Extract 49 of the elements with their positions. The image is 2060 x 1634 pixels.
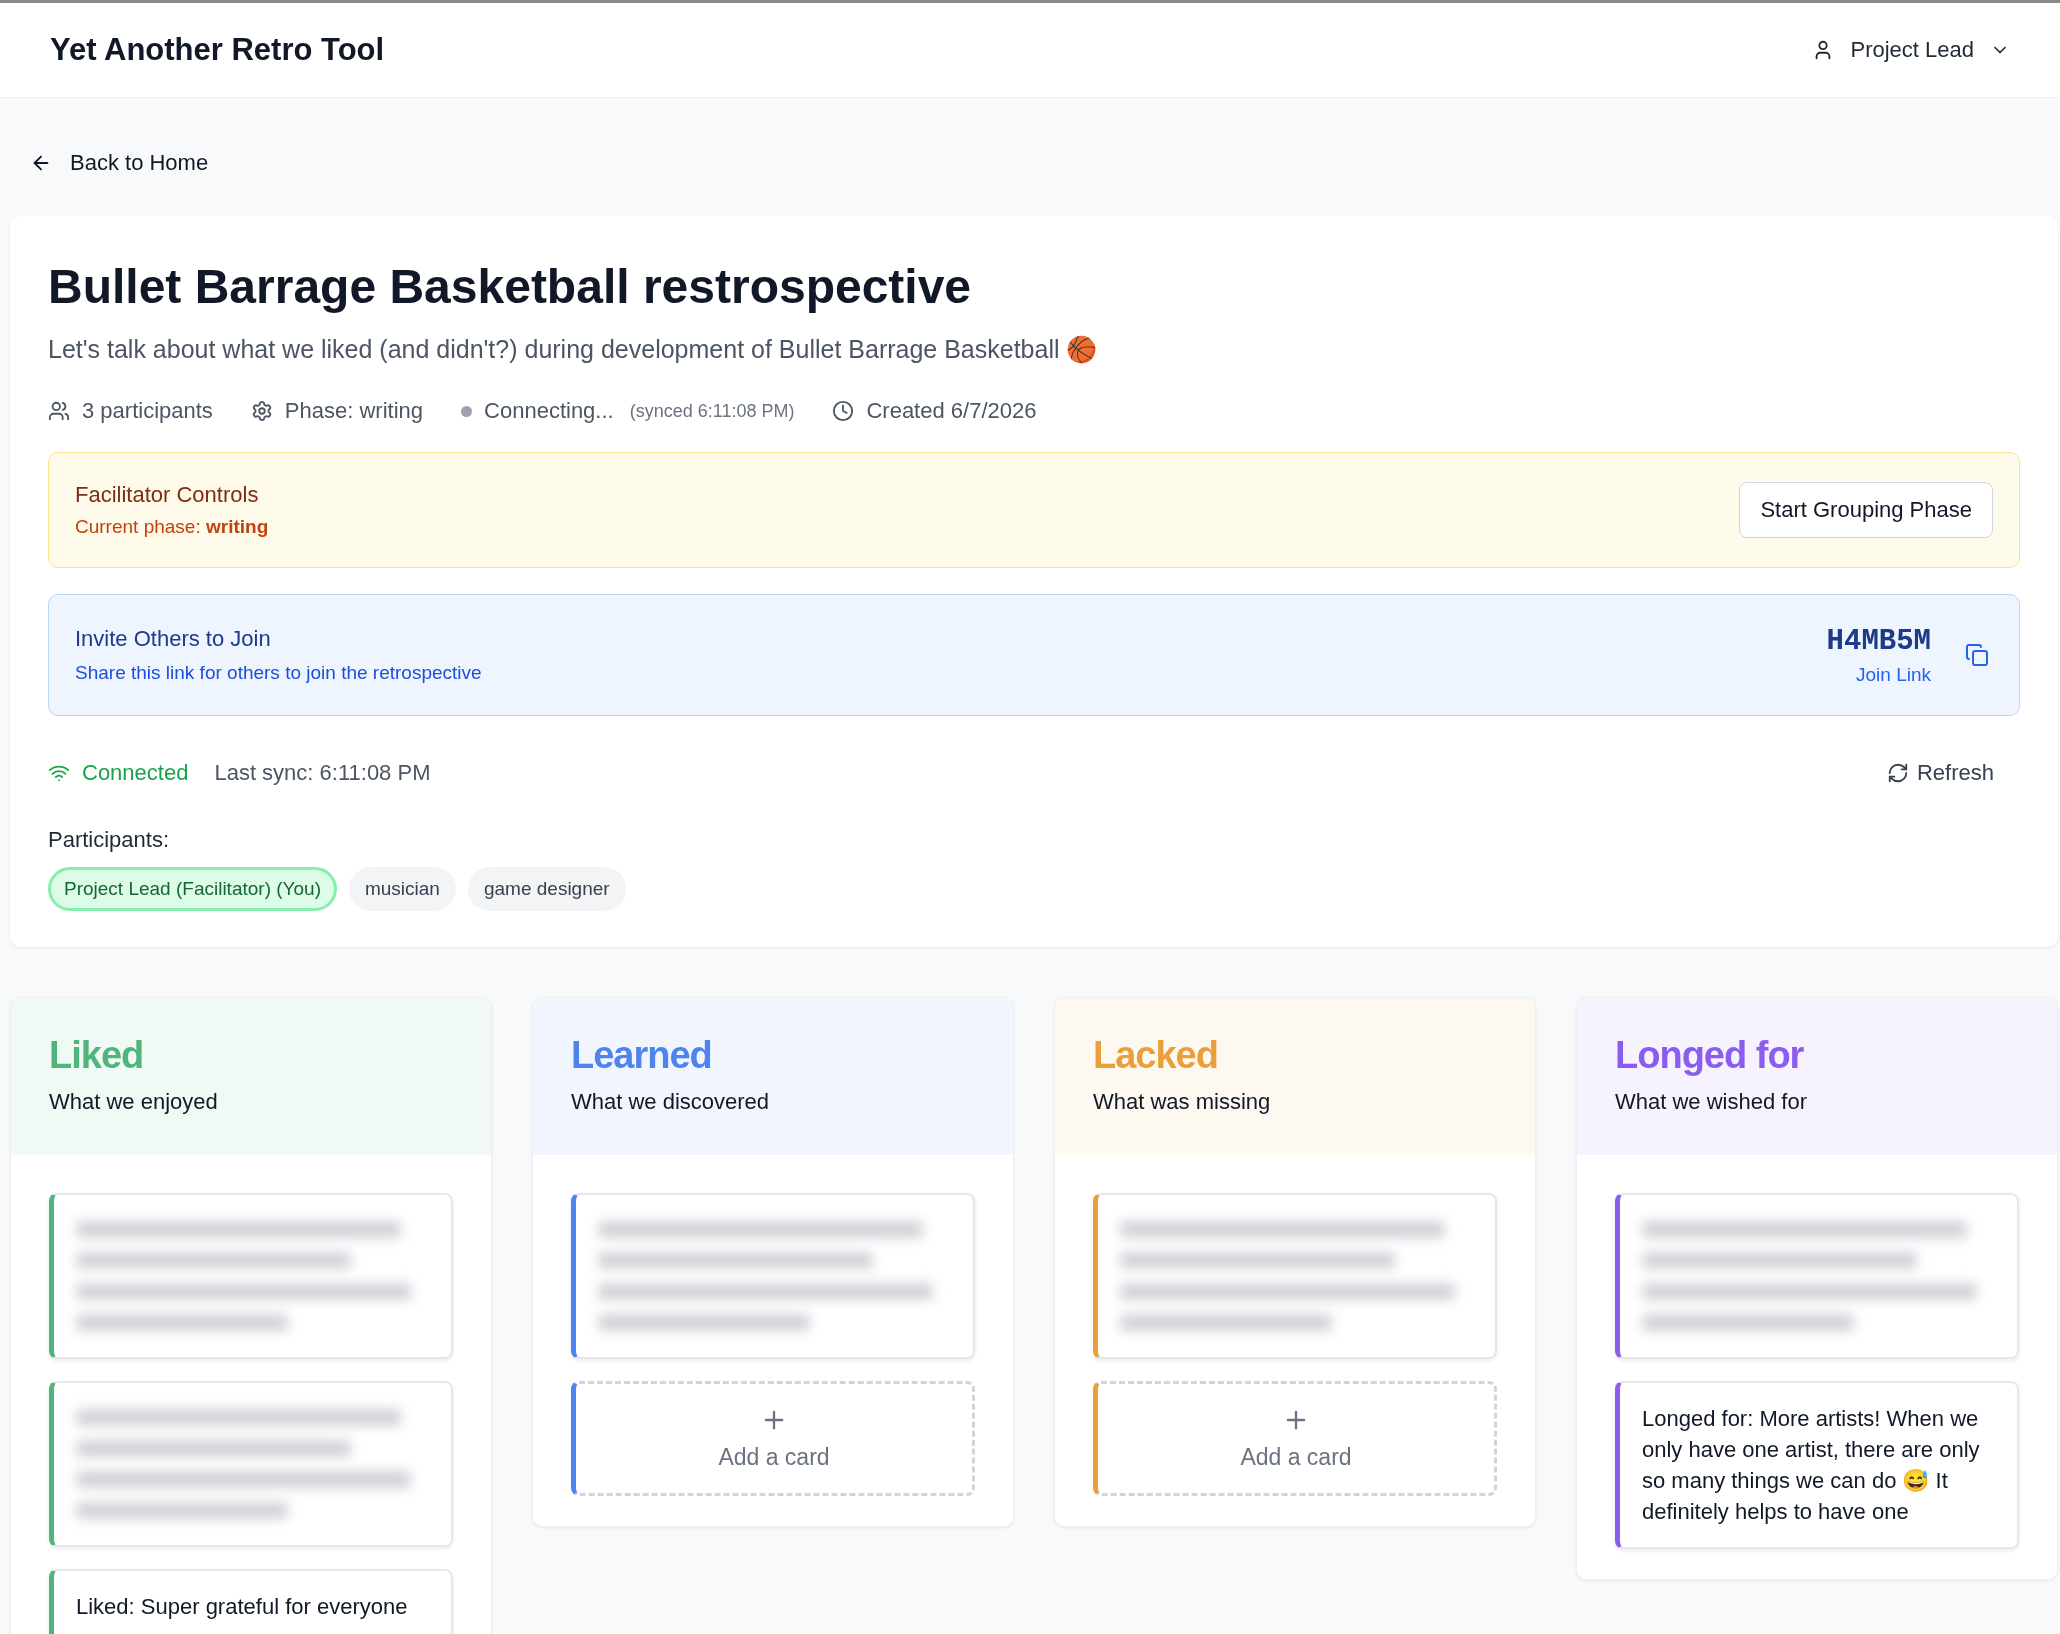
retro-card[interactable]: Longed for: More artists! When we only have one artist, there are only so many things we can do 😅 It definitely helps to have one: [1615, 1381, 2019, 1549]
column-subtitle: What we wished for: [1615, 1089, 1808, 1115]
current-phase-text: Current phase: writing: [75, 516, 269, 538]
retro-card[interactable]: [571, 1193, 975, 1359]
add-card-button[interactable]: Add a card: [1093, 1381, 1497, 1496]
invite-subtitle: Share this link for others to join the retrospective: [75, 662, 482, 684]
column-subtitle: What was missing: [1093, 1089, 1272, 1115]
facilitator-title: Facilitator Controls: [75, 482, 260, 508]
participant-chip: Project Lead (Facilitator) (You): [48, 867, 337, 911]
last-sync-text: Last sync: 6:11:08 PM: [214, 760, 431, 786]
retro-description: Let's talk about what we liked (and didn't?) during development of Bullet Barrage Basketball 🏀: [48, 335, 1099, 364]
users-icon: [48, 400, 70, 422]
meta-text: Connecting...: [484, 398, 614, 424]
meta-text: Created 6/7/2026: [866, 398, 1037, 424]
join-link[interactable]: Join Link: [1856, 663, 1931, 686]
retro-card[interactable]: [49, 1193, 453, 1359]
back-link[interactable]: Back to Home: [30, 150, 209, 176]
retro-card[interactable]: [1093, 1193, 1497, 1359]
copy-icon: [1965, 643, 1989, 667]
refresh-icon: [1886, 762, 1909, 784]
column-title: Learned: [571, 1034, 713, 1077]
column-title: Liked: [49, 1034, 145, 1077]
participants-label: Participants:: [48, 827, 171, 853]
column-subtitle: What we discovered: [571, 1089, 771, 1115]
app-title: Yet Another Retro Tool: [50, 32, 385, 68]
retro-card[interactable]: [1615, 1193, 2019, 1359]
column-title: Lacked: [1093, 1034, 1219, 1077]
participant-chip: game designer: [467, 867, 626, 911]
start-phase-button[interactable]: Start Grouping Phase: [1739, 482, 1993, 538]
meta-text: Phase: writing: [284, 398, 424, 424]
retro-title: Bullet Barrage Basketball restrospective: [48, 259, 973, 314]
sync-note: (synced 6:11:08 PM): [629, 400, 795, 422]
invite-title: Invite Others to Join: [75, 626, 272, 652]
connection-status: Connected: [48, 760, 189, 786]
column-title: Longed for: [1615, 1034, 1805, 1077]
column-subtitle: What we enjoyed: [49, 1089, 219, 1115]
status-dot: [461, 405, 473, 417]
settings-icon: [250, 400, 273, 422]
retro-card[interactable]: [49, 1381, 453, 1547]
card-text: Liked: Super grateful for everyone: [76, 1593, 409, 1621]
card-text: Longed for: More artists! When we only have one artist, there are only so many things we can do 😅 It definitely helps to have one: [1642, 1405, 1981, 1526]
clock-icon: [832, 400, 855, 422]
user-menu-button[interactable]: Project Lead: [1812, 29, 2010, 71]
refresh-button[interactable]: Refresh: [1880, 759, 2000, 787]
retro-card[interactable]: Liked: Super grateful for everyone: [49, 1569, 453, 1634]
participant-chip: musician: [348, 867, 456, 911]
meta-text: 3 participants: [82, 398, 213, 424]
invite-code: H4MB5M: [1826, 624, 1931, 658]
add-card-button[interactable]: Add a card: [571, 1381, 975, 1496]
